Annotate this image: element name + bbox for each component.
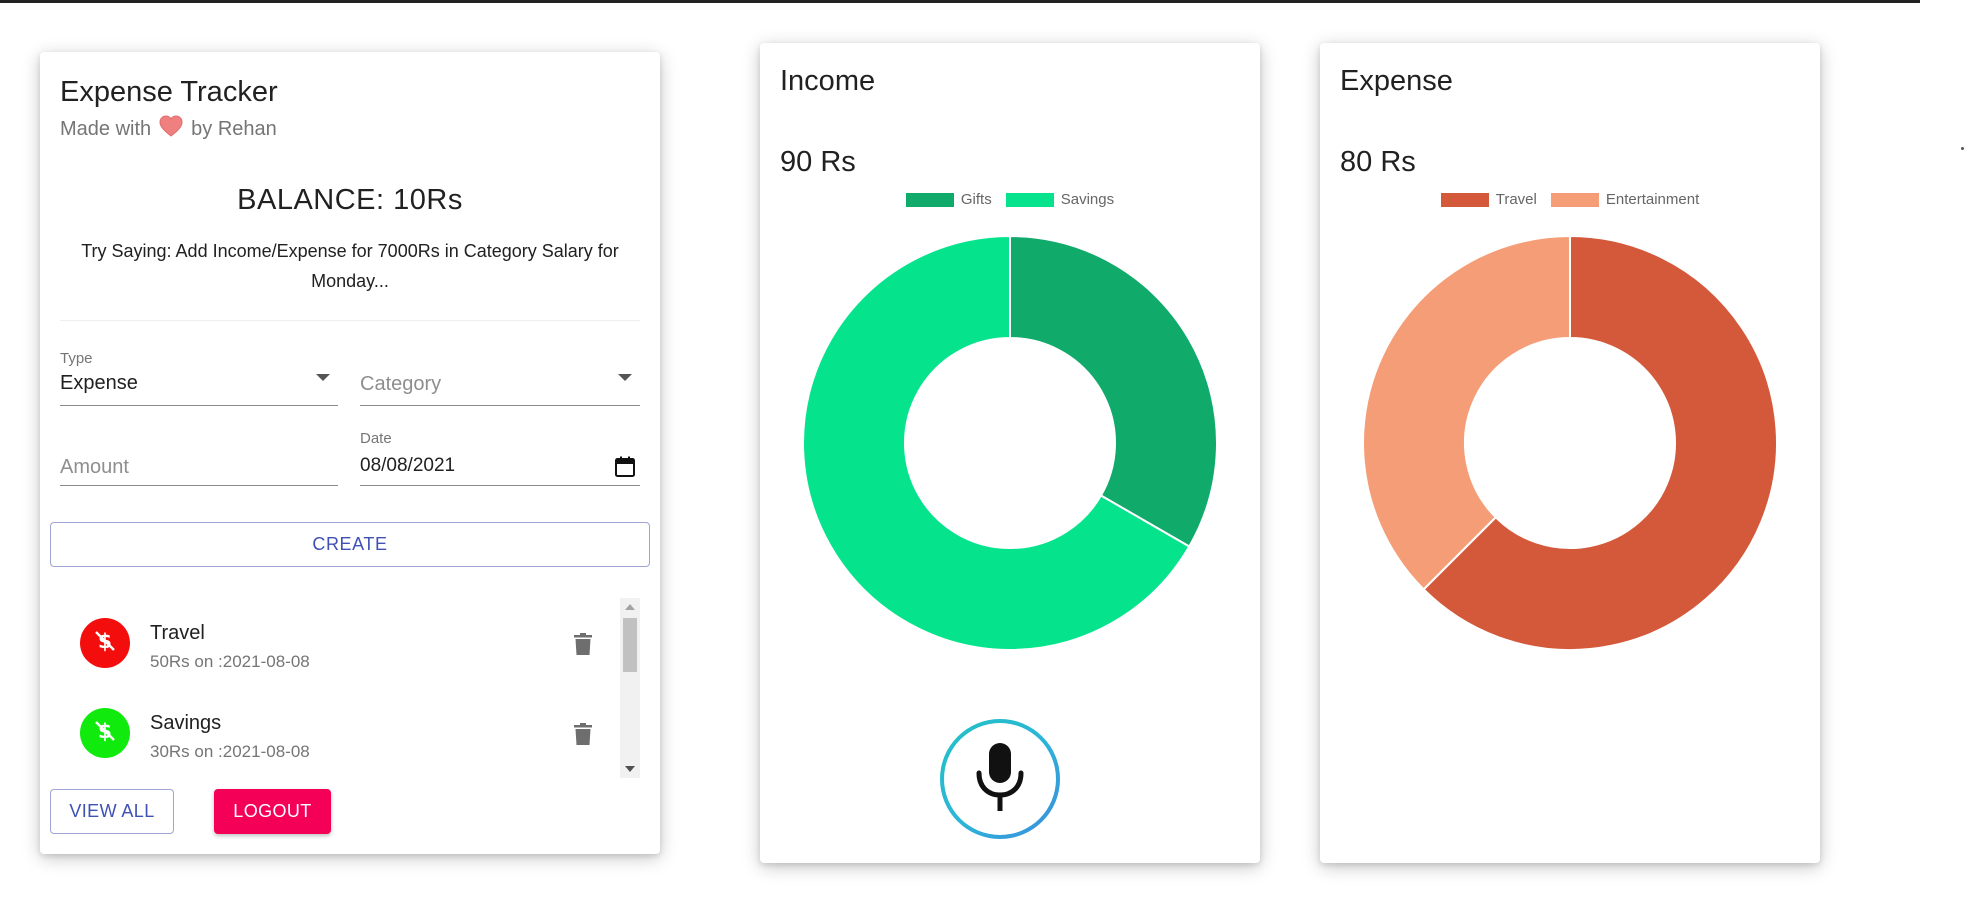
expense-title: Expense <box>1340 65 1453 97</box>
dollar-off-icon: $ <box>92 628 118 659</box>
chevron-down-icon <box>618 374 632 381</box>
income-legend-item[interactable]: Savings <box>1005 191 1115 208</box>
income-legend: Gifts Savings <box>760 191 1260 208</box>
legend-label: Entertainment <box>1605 191 1700 208</box>
income-donut-chart <box>802 234 1218 651</box>
expense-legend: Travel Entertainment <box>1320 191 1820 208</box>
section-divider <box>60 320 640 321</box>
voice-hint: Try Saying: Add Income/Expense for 7000R… <box>81 241 619 291</box>
subtitle-suffix: by Rehan <box>191 117 277 140</box>
expense-tracker-card: Expense Tracker Made with by Rehan BALAN… <box>40 52 660 854</box>
income-slice-gifts[interactable] <box>1009 234 1218 548</box>
date-value: 08/08/2021 <box>360 455 456 476</box>
legend-swatch <box>1440 192 1489 207</box>
legend-swatch <box>1005 192 1054 207</box>
expense-card: Expense 80 Rs Travel Entertainment <box>1320 43 1820 863</box>
list-item[interactable]: $ Travel 50Rs on :2021-08-08 <box>50 598 620 688</box>
legend-label: Travel <box>1495 191 1537 208</box>
type-label: Type <box>60 350 93 367</box>
transaction-avatar: $ <box>80 708 130 758</box>
expense-legend-item[interactable]: Entertainment <box>1550 191 1700 208</box>
type-select[interactable]: Type Expense <box>60 344 338 406</box>
dollar-off-icon: $ <box>92 718 118 749</box>
heart-icon <box>159 115 183 143</box>
chevron-down-icon <box>316 374 330 381</box>
date-label: Date <box>360 430 392 447</box>
expense-donut-chart <box>1362 234 1778 651</box>
transaction-avatar: $ <box>80 618 130 668</box>
legend-swatch <box>1550 192 1599 207</box>
trash-icon[interactable] <box>574 633 592 660</box>
income-card: Income 90 Rs Gifts Savings <box>760 43 1260 863</box>
category-select[interactable]: Category <box>360 344 640 406</box>
income-amount: 90 Rs <box>780 146 856 178</box>
list-scrollbar[interactable] <box>620 598 640 778</box>
calendar-icon[interactable] <box>614 456 636 483</box>
income-title: Income <box>780 65 876 97</box>
app-title: Expense Tracker <box>60 76 278 108</box>
balance-display: BALANCE: 10Rs <box>237 184 463 216</box>
amount-input[interactable]: Amount <box>60 428 338 486</box>
transaction-detail: 50Rs on :2021-08-08 <box>150 652 310 671</box>
top-divider-line <box>0 0 1920 3</box>
edge-dot <box>1961 147 1964 150</box>
transaction-name: Travel <box>150 622 205 644</box>
app-subtitle: Made with by Rehan <box>60 115 277 143</box>
legend-swatch <box>905 192 954 207</box>
microphone-icon <box>972 741 1028 818</box>
logout-button[interactable]: LOGOUT <box>214 789 331 834</box>
scroll-down-arrow-icon[interactable] <box>625 766 635 772</box>
legend-label: Gifts <box>960 191 992 208</box>
microphone-button[interactable] <box>940 719 1060 839</box>
type-value: Expense <box>60 372 138 394</box>
transaction-name: Savings <box>150 712 222 734</box>
category-placeholder: Category <box>360 373 442 395</box>
scroll-up-arrow-icon[interactable] <box>625 604 635 610</box>
expense-amount: 80 Rs <box>1340 146 1416 178</box>
income-legend-item[interactable]: Gifts <box>905 191 992 208</box>
legend-label: Savings <box>1060 191 1115 208</box>
expense-slice-entertainment[interactable] <box>1362 234 1571 591</box>
amount-placeholder: Amount <box>60 456 129 478</box>
create-button[interactable]: CREATE <box>50 522 650 567</box>
view-all-button[interactable]: VIEW ALL <box>50 789 174 834</box>
expense-legend-item[interactable]: Travel <box>1440 191 1537 208</box>
subtitle-prefix: Made with <box>60 117 152 140</box>
transaction-detail: 30Rs on :2021-08-08 <box>150 742 310 761</box>
scrollbar-thumb[interactable] <box>623 618 637 672</box>
date-input[interactable]: Date 08/08/2021 <box>360 428 640 486</box>
trash-icon[interactable] <box>574 723 592 750</box>
list-item[interactable]: $ Savings 30Rs on :2021-08-08 <box>50 688 620 778</box>
transaction-list[interactable]: $ Travel 50Rs on :2021-08-08 $ <box>50 598 650 778</box>
